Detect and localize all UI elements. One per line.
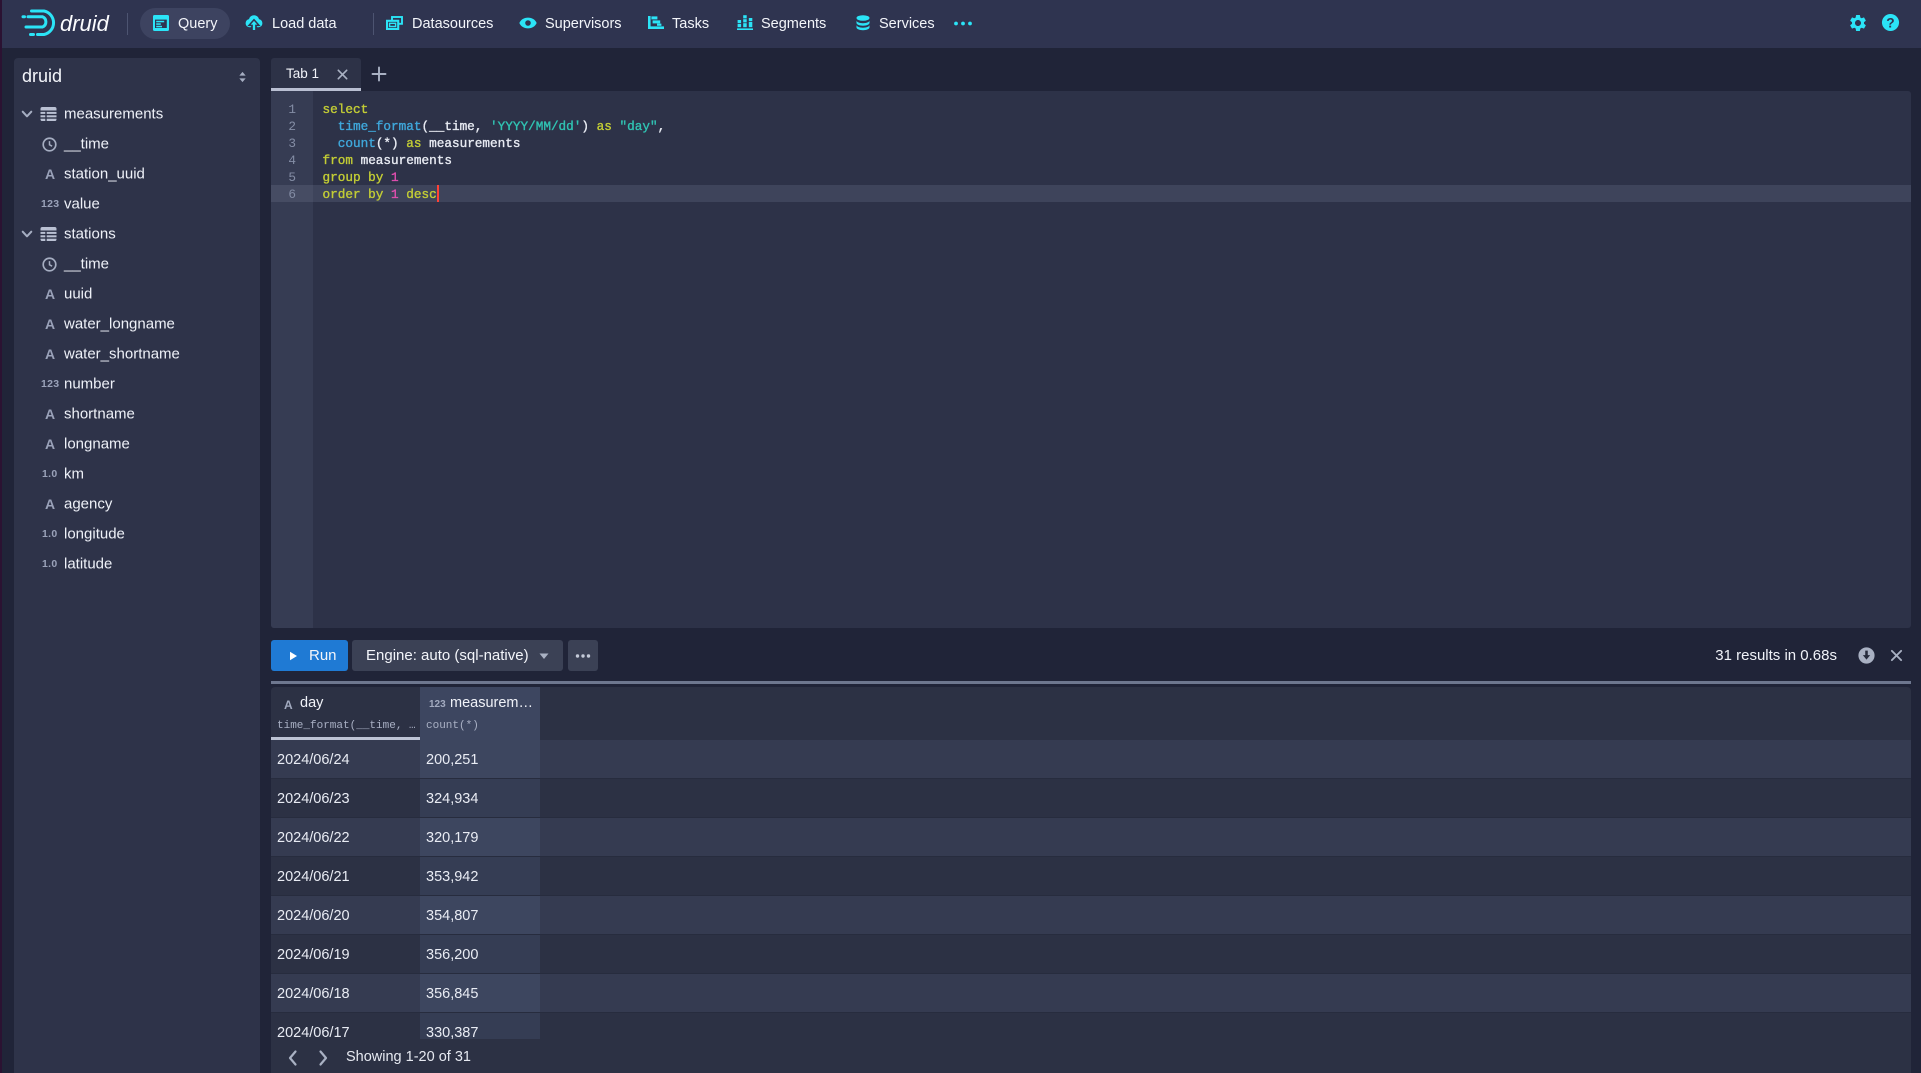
svg-text:?: ? bbox=[1886, 15, 1894, 30]
